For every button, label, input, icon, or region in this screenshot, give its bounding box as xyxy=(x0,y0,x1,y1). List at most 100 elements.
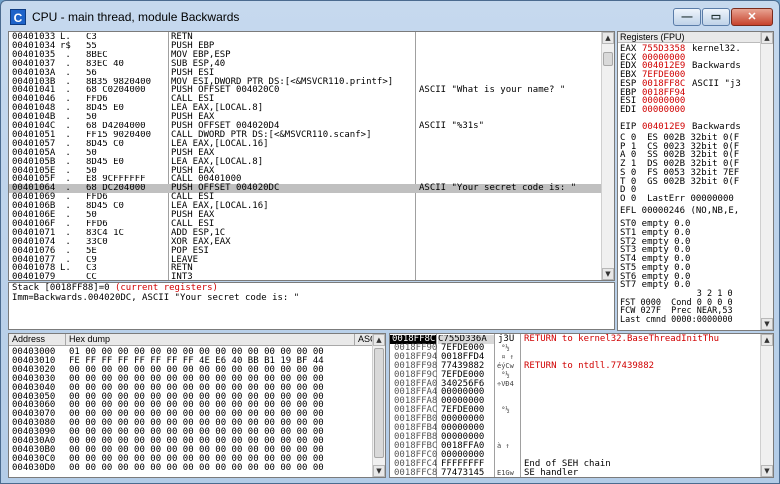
disasm-hex: E8 9CFFFFFF xyxy=(86,175,146,185)
dump-scrollbar[interactable]: ▲ ▼ xyxy=(372,334,385,477)
stack-ascii: °½ xyxy=(497,406,510,415)
disasm-hex: FF15 9020400 xyxy=(86,130,152,140)
fpu-status-row: Last cmnd 0000:0000000 xyxy=(620,315,733,325)
dump-pane[interactable]: Address Hex dump ASC 0040300001 00 00 00… xyxy=(8,333,386,478)
register-note: kernel32. xyxy=(692,44,741,54)
scroll-up-icon[interactable]: ▲ xyxy=(761,32,773,44)
disasm-scrollbar[interactable]: ▲ ▼ xyxy=(601,32,614,280)
disasm-row[interactable]: 0040105B . 8D45 E0 LEA EAX,[LOCAL.8] xyxy=(9,157,602,167)
dump-row[interactable]: 004030D0 00 00 00 00 00 00 00 00 00 00 00… xyxy=(9,462,371,473)
disasm-hex: 8D45 E0 xyxy=(86,157,124,167)
info-line-2: Imm=Backwards.004020DC, ASCII "Your secr… xyxy=(12,293,300,303)
scroll-up-icon[interactable]: ▲ xyxy=(373,334,385,346)
scroll-up-icon[interactable]: ▲ xyxy=(602,32,614,44)
disasm-row[interactable]: 00401048 . 8D45 E0 LEA EAX,[LOCAL.8] xyxy=(9,104,602,113)
disasm-hex: FFD6 xyxy=(86,95,108,105)
stack-top-ascii: j3U xyxy=(498,334,515,344)
cpu-window: C CPU - main thread, module Backwards — … xyxy=(0,0,780,484)
disasm-row[interactable]: 00401064 . 68 DC204000 PUSH OFFSET 004020D… xyxy=(9,183,602,194)
disasm-row[interactable]: 0040106F . FFD6 CALL ESI xyxy=(9,219,602,229)
dump-ascii-header[interactable]: ASC xyxy=(355,334,373,346)
registers-header: Registers (FPU) xyxy=(618,32,761,43)
disasm-row[interactable]: 00401069 . FFD6 CALL ESI xyxy=(9,193,602,202)
disasm-hex: C9 xyxy=(86,255,97,265)
disasm-row[interactable]: 00401035 . 8BEC MOV EBP,ESP xyxy=(9,50,602,60)
disasm-row[interactable]: 00401034 r$ 55 PUSH EBP xyxy=(9,41,602,51)
disasm-row[interactable]: 00401037 . 83EC 40 SUB ESP,40 xyxy=(9,59,602,69)
registers-pane[interactable]: Registers (FPU) EAX 755D3358 kernel32. ECX 0… xyxy=(617,31,774,331)
registers-scrollbar[interactable]: ▲ ▼ xyxy=(760,32,773,330)
disasm-row[interactable]: 00401076 . 5E POP ESI xyxy=(9,246,602,256)
disasm-row[interactable]: 00401051 . FF15 9020400 CALL DWORD PTR DS:… xyxy=(9,130,602,140)
disasm-hex: 68 DC204000 xyxy=(86,184,146,194)
maximize-button[interactable]: ▭ xyxy=(702,8,730,26)
disasm-hex: 68 C0204000 xyxy=(86,86,146,96)
scroll-down-icon[interactable]: ▼ xyxy=(373,465,385,477)
minimize-button[interactable]: — xyxy=(673,8,701,26)
stack-scrollbar[interactable]: ▲ ▼ xyxy=(760,334,773,477)
disasm-command: INT3 xyxy=(171,272,193,281)
flag-row[interactable]: O 0 LastErr 00000000 xyxy=(620,195,760,204)
disasm-hex: 50 xyxy=(86,113,97,122)
register-row[interactable]: EBP 0018FF94 xyxy=(620,88,760,98)
disasm-row[interactable]: 00401074 . 33C0 XOR EAX,EAX xyxy=(9,237,602,247)
disasm-hex: 68 D4204000 xyxy=(86,122,146,131)
stack-top-note: RETURN to kernel32.BaseThreadInitThu xyxy=(524,334,720,344)
scroll-down-icon[interactable]: ▼ xyxy=(602,268,614,280)
stack-ascii: éýCw xyxy=(497,361,514,370)
stack-ascii: ¤ ↑ xyxy=(497,352,514,361)
stack-ascii: °½ xyxy=(497,343,510,352)
info-stack-text: Stack [0018FF88]=0 xyxy=(12,283,115,293)
stack-note: SE handler xyxy=(524,467,579,478)
disasm-hex: FFD6 xyxy=(86,219,108,229)
disasm-row[interactable]: 0040106B . 8D45 C0 LEA EAX,[LOCAL.16] xyxy=(9,202,602,211)
info-current-registers: (current registers) xyxy=(114,283,218,293)
register-value: 00000000 xyxy=(642,104,686,115)
disasm-comment: ASCII "What is your name? " xyxy=(419,85,566,96)
dump-address: 004030D0 xyxy=(12,462,56,473)
register-value: 004012E9 xyxy=(642,122,686,133)
stack-row[interactable]: 0018FFC8 77473145 E1Gw SE handler xyxy=(390,467,759,478)
close-button[interactable]: ✕ xyxy=(731,8,773,26)
disasm-row[interactable]: 0040106E . 50 PUSH EAX xyxy=(9,211,602,220)
disassembly-pane[interactable]: 00401033 L. C3 RETN 00401034 r$ 55 PUSH EBP 0040… xyxy=(8,31,615,281)
disasm-row[interactable]: 0040105A . 50 PUSH EAX xyxy=(9,148,602,158)
register-row[interactable]: ESI 00000000 xyxy=(620,97,760,106)
flag-row[interactable]: T 0 GS 002B 32bit 0(F xyxy=(620,177,760,187)
stack-pane[interactable]: 0018FF8C C755D336A j3U RETURN to kernel32.B… xyxy=(389,333,774,478)
disasm-row[interactable]: 00401071 . 83C4 1C ADD ESP,1C xyxy=(9,228,602,238)
disasm-comment: ASCII "Your secret code is: " xyxy=(419,183,577,194)
disasm-hex: 8BEC xyxy=(86,50,108,60)
scroll-thumb[interactable] xyxy=(603,52,613,66)
disasm-row[interactable]: 0040105E . 50 PUSH EAX xyxy=(9,166,602,176)
title-bar[interactable]: C CPU - main thread, module Backwards — … xyxy=(1,1,779,31)
dump-address-header[interactable]: Address xyxy=(9,334,66,346)
disasm-hex: C3 xyxy=(86,264,97,274)
disasm-marker xyxy=(60,273,71,280)
disasm-row[interactable]: 00401033 L. C3 RETN xyxy=(9,33,602,42)
disasm-row[interactable]: 0040104B . 50 PUSH EAX xyxy=(9,113,602,122)
disasm-row[interactable]: 00401046 . FFD6 CALL ESI xyxy=(9,95,602,104)
register-name: EIP xyxy=(620,122,637,133)
stack-ascii: E1Gw xyxy=(497,468,514,477)
register-row[interactable]: EDX 004012E9 Backwards xyxy=(620,62,760,71)
scroll-up-icon[interactable]: ▲ xyxy=(761,334,773,346)
disasm-row[interactable]: 00401079 CC INT3 xyxy=(9,272,602,281)
disasm-row[interactable]: 00401057 . 8D45 C0 LEA EAX,[LOCAL.16] xyxy=(9,139,602,149)
register-row[interactable]: EIP 004012E9 Backwards xyxy=(620,123,760,132)
scroll-thumb[interactable] xyxy=(374,348,384,458)
register-row[interactable]: ESP 0018FF8C ASCII "j3 xyxy=(620,79,760,89)
disasm-address: 00401079 xyxy=(12,272,56,281)
stack-ascii: à ↑ xyxy=(497,441,510,450)
register-row[interactable]: EDI 00000000 xyxy=(620,106,760,115)
window-title: CPU - main thread, module Backwards xyxy=(32,10,240,24)
dump-hex-header[interactable]: Hex dump xyxy=(66,334,355,346)
scroll-down-icon[interactable]: ▼ xyxy=(761,465,773,477)
disasm-row[interactable]: 00401078 L. C3 RETN xyxy=(9,264,602,273)
register-row[interactable]: EAX 755D3358 kernel32. xyxy=(620,45,760,54)
disasm-hex: 83C4 1C xyxy=(86,228,124,238)
scroll-down-icon[interactable]: ▼ xyxy=(761,318,773,330)
disasm-row[interactable]: 00401041 . 68 C0204000 PUSH OFFSET 004020C… xyxy=(9,86,602,95)
disasm-row[interactable]: 00401077 . C9 LEAVE xyxy=(9,255,602,265)
efl-row[interactable]: EFL 00000246 (NO,NB,E, xyxy=(620,206,760,216)
